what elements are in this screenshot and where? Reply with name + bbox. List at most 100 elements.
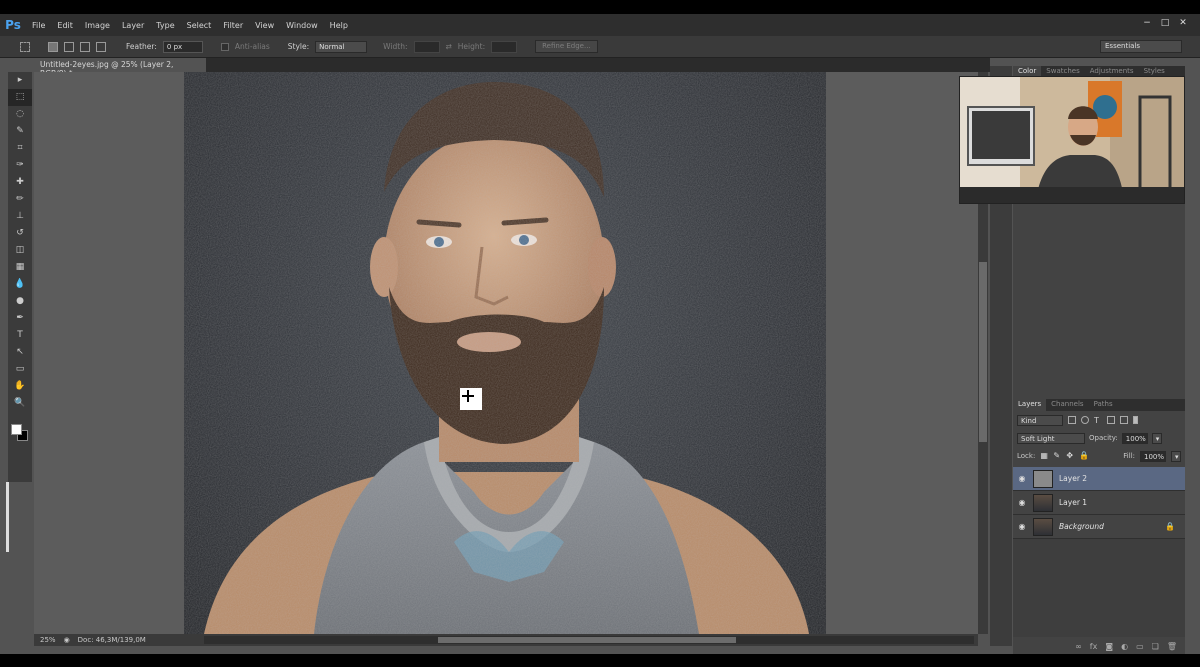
visibility-eye-icon[interactable]: ◉ <box>1013 474 1031 483</box>
maximize-button[interactable]: □ <box>1158 17 1172 29</box>
new-group-icon[interactable]: ▭ <box>1136 642 1144 654</box>
filter-toggle-icon[interactable] <box>1133 416 1138 424</box>
height-input[interactable] <box>491 40 518 53</box>
filter-kind-select[interactable]: Kind <box>1017 414 1063 426</box>
new-selection-icon[interactable] <box>48 41 58 52</box>
lasso-icon[interactable]: ◌ <box>8 106 32 123</box>
blend-mode-row: Soft Light Opacity: 100% ▾ <box>1017 431 1181 445</box>
pen-icon[interactable]: ✒ <box>8 310 32 327</box>
visibility-eye-icon[interactable]: ◉ <box>1013 522 1031 531</box>
delete-layer-icon[interactable]: 🗑 <box>1167 642 1177 654</box>
menu-type[interactable]: Type <box>150 21 180 30</box>
type-icon[interactable]: T <box>8 327 32 344</box>
adjustment-layer-icon[interactable]: ◐ <box>1121 642 1128 654</box>
close-button[interactable]: ✕ <box>1176 17 1190 29</box>
minimize-button[interactable]: − <box>1140 17 1154 29</box>
status-info-icon[interactable]: ◉ <box>64 636 70 644</box>
menu-help[interactable]: Help <box>324 21 354 30</box>
tab-paths[interactable]: Paths <box>1089 399 1118 411</box>
workspace-select[interactable]: Essentials <box>1100 40 1182 53</box>
layer-row-layer-1[interactable]: ◉ Layer 1 <box>1013 491 1185 515</box>
fill-dropdown-icon[interactable]: ▾ <box>1171 450 1181 462</box>
menu-layer[interactable]: Layer <box>116 21 150 30</box>
style-select[interactable]: Normal <box>315 40 368 53</box>
menu-view[interactable]: View <box>249 21 280 30</box>
lock-image-icon[interactable]: ✎ <box>1053 452 1061 460</box>
lock-position-icon[interactable]: ✥ <box>1066 452 1074 460</box>
move-icon[interactable]: ▸ <box>8 72 32 89</box>
swap-icon[interactable]: ⇄ <box>446 42 452 51</box>
shape-icon[interactable]: ▭ <box>8 361 32 378</box>
filter-pixel-icon[interactable] <box>1068 416 1076 424</box>
lock-all-icon[interactable]: 🔒 <box>1079 452 1089 460</box>
document-tab[interactable]: Untitled-2eyes.jpg @ 25% (Layer 2, RGB/8… <box>34 58 206 78</box>
vertical-scroll-thumb[interactable] <box>979 262 987 442</box>
intersect-selection-icon[interactable] <box>96 41 106 52</box>
filter-type-icon[interactable]: T <box>1094 416 1102 425</box>
menu-filter[interactable]: Filter <box>217 21 249 30</box>
menu-select[interactable]: Select <box>181 21 218 30</box>
window-controls: − □ ✕ <box>1140 17 1190 29</box>
zoom-level[interactable]: 25% <box>40 636 56 644</box>
width-input[interactable] <box>413 40 440 53</box>
stamp-icon[interactable]: ⊥ <box>8 208 32 225</box>
new-layer-icon[interactable]: ❏ <box>1152 642 1159 654</box>
lock-transparent-icon[interactable]: ▦ <box>1040 452 1048 460</box>
doc-size-info[interactable]: Doc: 46,3M/139,0M <box>78 636 146 644</box>
crosshair-cursor-icon <box>460 388 482 410</box>
path-select-icon[interactable]: ↖ <box>8 344 32 361</box>
canvas-area[interactable] <box>34 72 978 634</box>
marquee-preset-icon[interactable] <box>20 41 30 52</box>
opacity-input[interactable]: 100% <box>1121 432 1148 444</box>
blend-mode-select[interactable]: Soft Light <box>1017 432 1085 444</box>
feather-input[interactable]: 0 px <box>162 40 203 53</box>
history-brush-icon[interactable]: ↺ <box>8 225 32 242</box>
blur-icon[interactable]: 💧 <box>8 276 32 293</box>
width-label: Width: <box>383 42 408 51</box>
filter-smart-icon[interactable] <box>1120 416 1128 424</box>
menu-edit[interactable]: Edit <box>51 21 79 30</box>
zoom-icon[interactable]: 🔍 <box>8 395 32 412</box>
add-selection-icon[interactable] <box>64 41 74 52</box>
refine-edge-button[interactable]: Refine Edge... <box>535 40 598 53</box>
add-mask-icon[interactable]: ◙ <box>1105 642 1113 654</box>
foreground-color-swatch[interactable] <box>11 424 22 435</box>
layer-style-icon[interactable]: fx <box>1090 642 1098 654</box>
healing-icon[interactable]: ✚ <box>8 174 32 191</box>
brush-icon[interactable]: ✏ <box>8 191 32 208</box>
horizontal-scrollbar[interactable] <box>204 636 974 644</box>
menu-window[interactable]: Window <box>280 21 324 30</box>
subtract-selection-icon[interactable] <box>80 41 90 52</box>
options-bar: Feather: 0 px Anti-alias Style: Normal W… <box>0 36 1200 58</box>
left-edge-marker <box>6 482 9 552</box>
horizontal-scroll-thumb[interactable] <box>438 637 736 643</box>
document-photo[interactable] <box>184 72 826 634</box>
crop-icon[interactable]: ⌗ <box>8 140 32 157</box>
filter-adjustment-icon[interactable] <box>1081 416 1089 424</box>
eraser-icon[interactable]: ◫ <box>8 242 32 259</box>
link-layers-icon[interactable]: ∞ <box>1075 642 1082 654</box>
menu-file[interactable]: File <box>26 21 51 30</box>
tab-channels[interactable]: Channels <box>1046 399 1088 411</box>
quick-select-icon[interactable]: ✎ <box>8 123 32 140</box>
filter-shape-icon[interactable] <box>1107 416 1115 424</box>
hand-icon[interactable]: ✋ <box>8 378 32 395</box>
layers-footer: ∞ fx ◙ ◐ ▭ ❏ 🗑 <box>1013 642 1185 654</box>
right-panel-column: Color Swatches Adjustments Styles Layers… <box>959 66 1185 654</box>
marquee-icon[interactable]: ⬚ <box>8 89 32 106</box>
gradient-icon[interactable]: ▦ <box>8 259 32 276</box>
antialias-checkbox[interactable] <box>220 42 229 51</box>
menu-image[interactable]: Image <box>79 21 116 30</box>
layer-name: Layer 1 <box>1059 498 1088 507</box>
portrait-image <box>184 72 826 634</box>
opacity-dropdown-icon[interactable]: ▾ <box>1151 432 1162 444</box>
tab-layers[interactable]: Layers <box>1013 399 1047 411</box>
fill-input[interactable]: 100% <box>1140 450 1166 462</box>
visibility-eye-icon[interactable]: ◉ <box>1013 498 1031 507</box>
eyedropper-icon[interactable]: ✑ <box>8 157 32 174</box>
layer-row-background[interactable]: ◉ Background 🔒 <box>1013 515 1185 539</box>
lock-row: Lock: ▦ ✎ ✥ 🔒 Fill: 100% ▾ <box>1017 449 1181 463</box>
layer-row-layer-2[interactable]: ◉ Layer 2 <box>1013 467 1185 491</box>
webcam-overlay <box>959 76 1185 204</box>
dodge-icon[interactable]: ● <box>8 293 32 310</box>
